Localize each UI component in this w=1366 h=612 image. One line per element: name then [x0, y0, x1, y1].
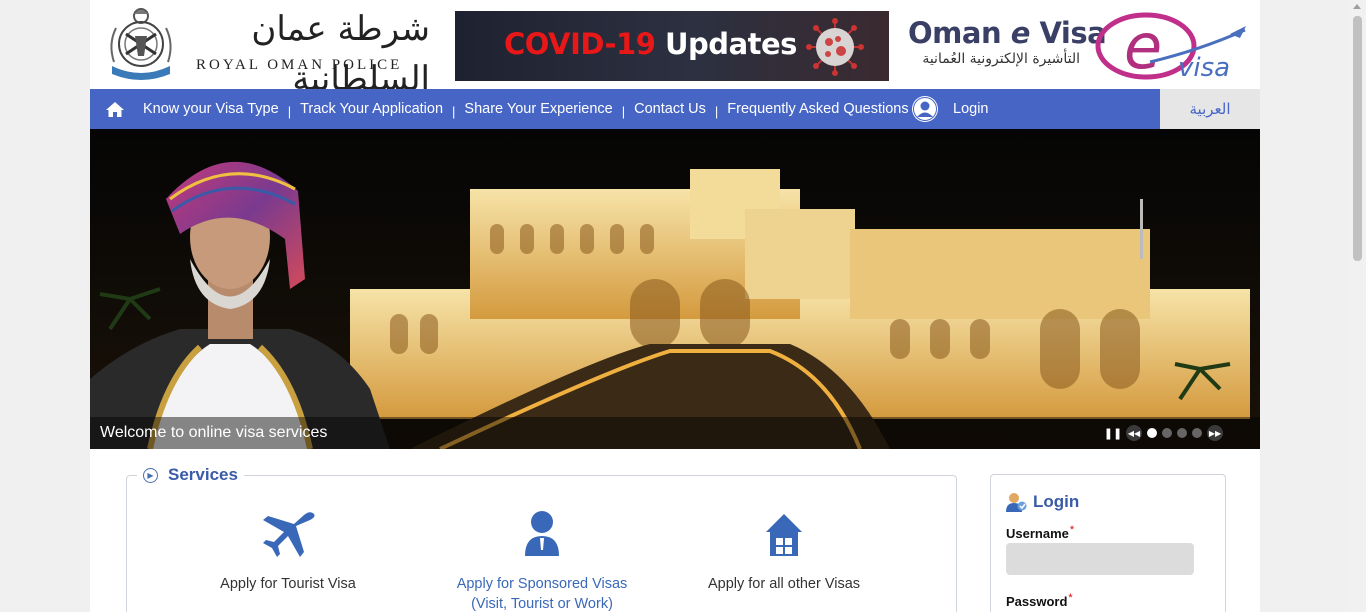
services-panel: ▶ Services Apply for Tourist Visa Apply …: [126, 465, 957, 612]
evisa-logo-icon[interactable]: e visa: [1090, 10, 1250, 82]
nav-separator: |: [452, 103, 456, 119]
sponsored-visas-line-1: Apply for Sponsored Visas: [456, 576, 628, 592]
arabic-language-button[interactable]: العربية: [1160, 89, 1260, 129]
slider-caption-bar: Welcome to online visa services: [90, 417, 1260, 449]
slider-next-button[interactable]: ▶▶: [1207, 425, 1223, 441]
evisa-title-e: e: [1010, 16, 1031, 50]
login-panel: Login Username* Password*: [990, 474, 1226, 612]
service-sponsored-visas[interactable]: Apply for Sponsored Visas (Visit, Touris…: [422, 510, 662, 612]
nav-contact-us[interactable]: Contact Us: [634, 101, 706, 117]
user-circle-icon: [912, 96, 938, 122]
service-sponsored-visas-label: Apply for Sponsored Visas (Visit, Touris…: [422, 574, 662, 612]
nav-login-label: Login: [953, 101, 989, 117]
nav-separator: |: [287, 103, 292, 119]
username-label-text: Username: [1006, 526, 1069, 541]
airplane-icon: [263, 512, 315, 557]
oman-evisa-title: Oman e Visa: [908, 16, 1107, 50]
slider-pause-button[interactable]: ❚❚: [1104, 425, 1122, 441]
header: شرطة عمان السلطانية ROYAL OMAN POLICE CO…: [90, 0, 1260, 99]
evisa-logo-text: visa: [1178, 53, 1230, 82]
username-input[interactable]: [1006, 543, 1194, 575]
page-scrollbar[interactable]: [1349, 0, 1366, 612]
main-nav: Know your Visa Type | Track Your Applica…: [90, 89, 1260, 129]
sponsored-visas-line-2: (Visit, Tourist or Work): [471, 596, 613, 612]
covid-banner-text: COVID-19 Updates: [504, 27, 797, 61]
covid-updates-banner[interactable]: COVID-19 Updates: [455, 11, 889, 81]
police-english-title: ROYAL OMAN POLICE: [196, 57, 403, 73]
password-label-text: Password: [1006, 594, 1068, 609]
login-title: Login: [1033, 492, 1080, 511]
required-mark: *: [1069, 524, 1075, 536]
password-label: Password*: [1006, 592, 1073, 609]
scroll-up-arrow-icon[interactable]: [1353, 4, 1361, 9]
service-other-visas[interactable]: Apply for all other Visas: [664, 510, 904, 594]
nav-track-application[interactable]: Track Your Application: [300, 101, 443, 117]
nav-share-experience[interactable]: Share Your Experience: [464, 101, 612, 117]
nav-menu: Know your Visa Type | Track Your Applica…: [143, 89, 909, 129]
nav-separator: |: [621, 103, 626, 119]
royal-oman-police-emblem-icon[interactable]: [104, 4, 178, 82]
updates-label: Updates: [655, 27, 797, 61]
covid-label: COVID-19: [504, 27, 656, 61]
house-icon: [766, 514, 802, 556]
slider-prev-button[interactable]: ◀◀: [1126, 425, 1142, 441]
user-login-icon: [1006, 493, 1027, 512]
service-tourist-visa-label: Apply for Tourist Visa: [220, 576, 356, 592]
svg-text:e: e: [1124, 10, 1162, 82]
home-icon[interactable]: [105, 100, 125, 118]
nav-login-button[interactable]: Login: [911, 95, 988, 123]
nav-know-visa-type[interactable]: Know your Visa Type: [143, 101, 279, 117]
virus-icon: [806, 18, 864, 76]
evisa-arabic-subtitle: التأشيرة الإلكترونية العُمانية: [922, 51, 1080, 67]
page: شرطة عمان السلطانية ROYAL OMAN POLICE CO…: [90, 0, 1260, 612]
slider-dot[interactable]: [1177, 428, 1187, 438]
slider-dot[interactable]: [1147, 428, 1157, 438]
slider-caption: Welcome to online visa services: [100, 424, 328, 441]
person-icon: [525, 511, 559, 556]
chevron-right-circle-icon: ▶: [143, 467, 158, 483]
required-mark: *: [1068, 592, 1073, 604]
services-title: Services: [168, 465, 238, 484]
hero-slider: Welcome to online visa services ❚❚ ◀◀ ▶▶: [90, 129, 1260, 449]
slider-dot[interactable]: [1192, 428, 1202, 438]
slider-dot[interactable]: [1162, 428, 1172, 438]
nav-separator: |: [714, 103, 719, 119]
nav-faq[interactable]: Frequently Asked Questions: [727, 101, 908, 117]
slide-image: [90, 129, 1260, 449]
services-legend: ▶ Services: [137, 465, 244, 485]
username-label: Username*: [1006, 524, 1075, 541]
police-arabic-title: شرطة عمان السلطانية: [251, 9, 430, 99]
evisa-title-part-1: Oman: [908, 16, 1011, 50]
service-other-visas-label: Apply for all other Visas: [707, 576, 861, 592]
login-header: Login: [1005, 491, 1079, 513]
scrollbar-thumb[interactable]: [1353, 16, 1362, 261]
slider-controls: ❚❚ ◀◀ ▶▶: [1104, 425, 1223, 441]
service-tourist-visa[interactable]: Apply for Tourist Visa: [168, 510, 408, 594]
